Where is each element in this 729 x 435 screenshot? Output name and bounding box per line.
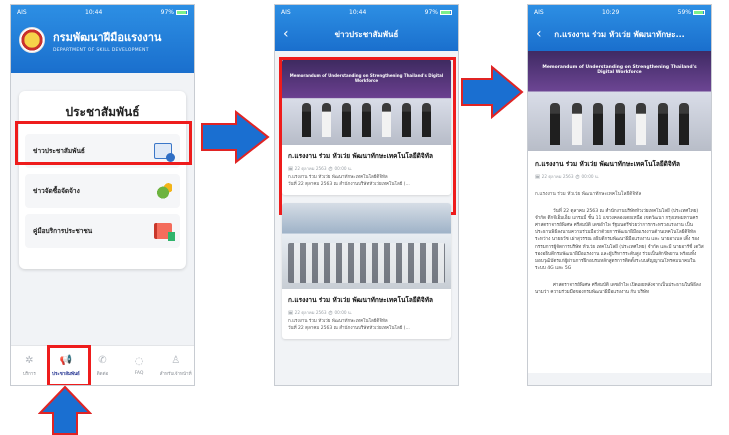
battery-icon: [439, 9, 452, 15]
tab-label: ประชาสัมพันธ์: [52, 371, 80, 377]
news-meta: 🗓 22 ตุลาคม 2563 ⏱ 00:00 น.: [288, 310, 353, 316]
tab-contact[interactable]: ✆ ติดต่อ: [84, 346, 121, 385]
money-bag-icon: [154, 183, 172, 199]
status-bar: AIS 10:44 97%: [275, 5, 458, 19]
battery-indicator: 59%: [678, 9, 705, 16]
back-arrow-icon[interactable]: ‹: [283, 26, 297, 42]
news-title: ก.แรงงาน ร่วม หัวเว่ย พัฒนาทักษะเทคโนโลย…: [288, 296, 433, 305]
tab-services[interactable]: ✲ บริการ: [11, 346, 48, 385]
app-header: AIS 10:29 59% ‹ ก.แรงงาน ร่วม หัวเว่ย พั…: [528, 5, 711, 51]
page-title: ก.แรงงาน ร่วม หัวเว่ย พัฒนาทักษะ...: [554, 29, 685, 39]
news-photo: [282, 203, 451, 290]
phone-screen-news-detail: AIS 10:29 59% ‹ ก.แรงงาน ร่วม หัวเว่ย พั…: [527, 4, 712, 386]
menu-item-label: คู่มือบริการประชาชน: [33, 227, 93, 235]
tab-label: บริการ: [22, 371, 36, 377]
phone-icon: ✆: [98, 355, 107, 366]
flow-arrow-right-icon: [461, 65, 524, 119]
menu-item-service-manual[interactable]: คู่มือบริการประชาชน: [25, 214, 180, 248]
clock-label: 10:44: [349, 8, 367, 16]
menu-item-pr-news[interactable]: ข่าวประชาสัมพันธ์: [25, 134, 180, 168]
back-arrow-icon[interactable]: ‹: [536, 26, 550, 42]
tab-label: FAQ: [134, 370, 144, 376]
page-title: ข่าวประชาสัมพันธ์: [334, 29, 399, 39]
gear-icon: ✲: [25, 355, 34, 366]
carrier-label: AIS: [534, 8, 544, 16]
battery-indicator: 97%: [161, 9, 188, 16]
menu-item-label: ข่าวจัดซื้อจัดจ้าง: [33, 187, 80, 195]
battery-icon: [175, 9, 188, 15]
photo-banner-text: Memorandum of Understanding on Strengthe…: [289, 73, 444, 83]
newspaper-icon: [154, 143, 175, 162]
status-bar: AIS 10:44 97%: [11, 5, 194, 19]
menu-item-procurement-news[interactable]: ข่าวจัดซื้อจัดจ้าง: [25, 174, 180, 208]
clock-label: 10:29: [602, 8, 620, 16]
article-meta: 🗓 22 ตุลาคม 2563 ⏱ 00:00 น.: [535, 174, 600, 179]
carrier-label: AIS: [281, 8, 291, 16]
tab-label: สำหรับเจ้าหน้าที่: [159, 371, 192, 377]
news-meta: 🗓 22 ตุลาคม 2563 ⏱ 00:00 น.: [288, 166, 353, 171]
article-title: ก.แรงงาน ร่วม หัวเว่ย พัฒนาทักษะเทคโนโลย…: [535, 160, 680, 168]
news-photo: Memorandum of Understanding on Strengthe…: [282, 59, 451, 145]
article-paragraph: ศาสตราจารย์พิเศษ ศรีสมบัติ เดชอำไพ เปิดเ…: [535, 282, 701, 296]
app-header: AIS 10:44 97% กรมพัฒนาฝีมือแรงงาน DEPART…: [11, 5, 194, 73]
phone-screen-main-menu: AIS 10:44 97% กรมพัฒนาฝีมือแรงงาน DEPART…: [10, 4, 195, 386]
tab-faq[interactable]: ◌ FAQ: [121, 346, 158, 385]
megaphone-icon: 📢: [59, 355, 73, 366]
menu-title: ประชาสัมพันธ์: [65, 105, 140, 119]
manual-book-icon: [154, 223, 175, 241]
bottom-tab-bar: ✲ บริการ 📢 ประชาสัมพันธ์ ✆ ติดต่อ ◌ FAQ …: [11, 345, 194, 385]
app-header: AIS 10:44 97% ‹ ข่าวประชาสัมพันธ์: [275, 5, 458, 51]
article-photo: Memorandum of Understanding on Strengthe…: [528, 51, 711, 151]
article-body: ก.แรงงาน ร่วม หัวเว่ย พัฒนาทักษะเทคโนโลย…: [528, 151, 711, 373]
battery-indicator: 97%: [425, 9, 452, 16]
carrier-label: AIS: [17, 8, 27, 16]
staff-icon: ♙: [171, 355, 181, 366]
news-card[interactable]: ก.แรงงาน ร่วม หัวเว่ย พัฒนาทักษะเทคโนโลย…: [282, 203, 451, 340]
flow-arrow-up-icon: [38, 385, 92, 435]
article-subtitle: ก.แรงงาน ร่วม หัวเว่ย พัฒนาทักษะเทคโนโลย…: [535, 192, 642, 197]
photo-banner-text: Memorandum of Understanding on Strengthe…: [542, 65, 697, 75]
news-snippet: ก.แรงงาน ร่วม หัวเว่ย พัฒนาทักษะเทคโนโลย…: [288, 319, 410, 331]
status-bar: AIS 10:29 59%: [528, 5, 711, 19]
battery-icon: [692, 9, 705, 15]
article-paragraph: วันที่ 22 ตุลาคม 2563 ณ สำนักงานบริษัทหั…: [535, 209, 704, 271]
tab-label: ติดต่อ: [96, 371, 109, 377]
tab-public-relations[interactable]: 📢 ประชาสัมพันธ์: [48, 346, 85, 385]
phone-screen-news-list: AIS 10:44 97% ‹ ข่าวประชาสัมพันธ์ Memora…: [274, 4, 459, 386]
menu-item-label: ข่าวประชาสัมพันธ์: [33, 147, 85, 155]
news-snippet: ก.แรงงาน ร่วม หัวเว่ย พัฒนาทักษะเทคโนโลย…: [288, 175, 410, 187]
tab-staff[interactable]: ♙ สำหรับเจ้าหน้าที่: [157, 346, 194, 385]
news-card[interactable]: Memorandum of Understanding on Strengthe…: [282, 59, 451, 196]
department-name-thai: กรมพัฒนาฝีมือแรงงาน: [53, 30, 162, 44]
flow-arrow-right-icon: [201, 110, 270, 164]
news-title: ก.แรงงาน ร่วม หัวเว่ย พัฒนาทักษะเทคโนโลย…: [288, 152, 433, 160]
department-logo: [19, 27, 45, 53]
department-name-english: DEPARTMENT OF SKILL DEVELOPMENT: [53, 47, 149, 53]
chat-icon: ◌: [134, 356, 144, 367]
pr-menu-card: ประชาสัมพันธ์ ข่าวประชาสัมพันธ์ ข่าวจัดซ…: [19, 91, 186, 269]
clock-label: 10:44: [85, 8, 103, 16]
